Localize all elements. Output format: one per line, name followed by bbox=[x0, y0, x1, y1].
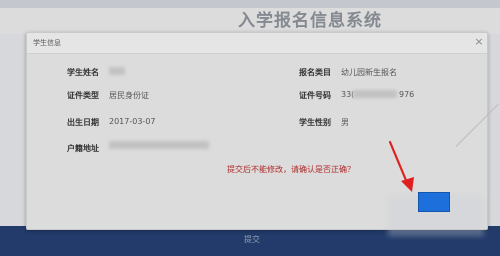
red-arrow-icon bbox=[388, 140, 414, 192]
arrow-head bbox=[401, 177, 414, 192]
arrow-shaft bbox=[388, 140, 410, 187]
